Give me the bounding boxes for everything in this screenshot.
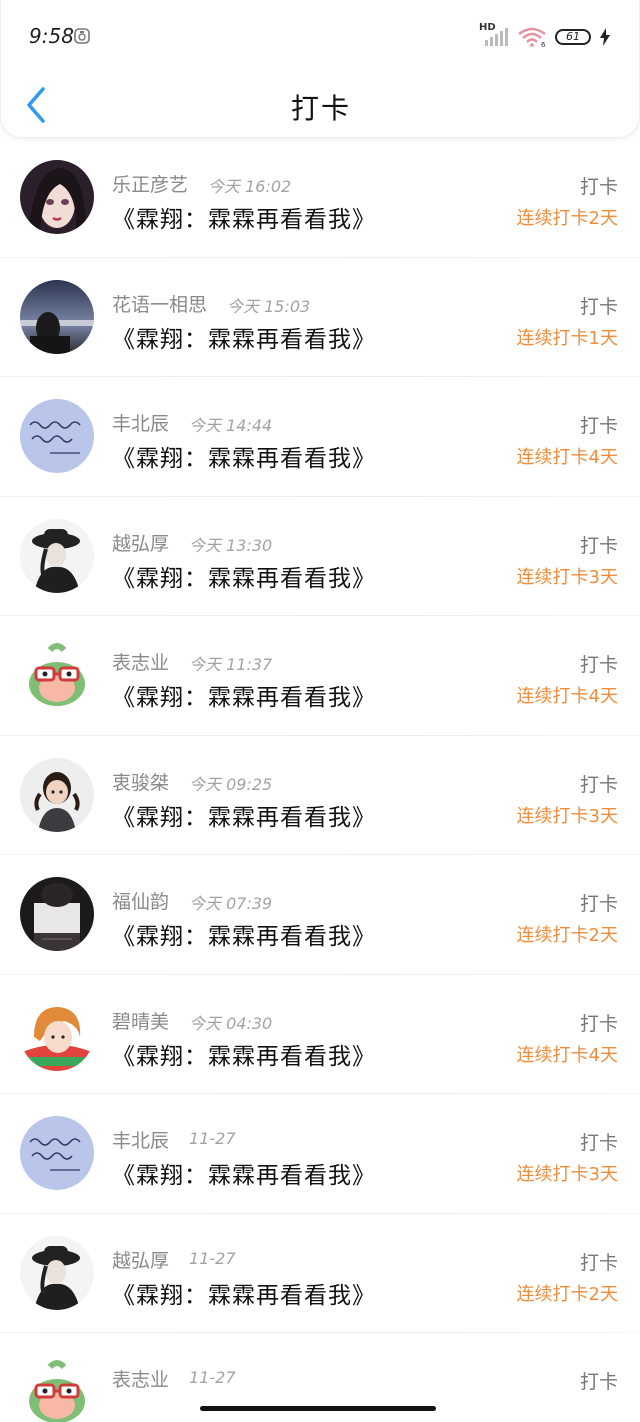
notification-app-icon	[74, 28, 90, 44]
phone-screen: 9:58 HD 6 61 打卡 乐正彦艺 今天 16:02 《霖翔：霖霖再看看我…	[0, 0, 640, 1422]
checkin-label: 打卡	[579, 534, 618, 557]
checkin-list: 乐正彦艺 今天 16:02 《霖翔：霖霖再看看我》 打卡 连续打卡2天 花语一相…	[0, 138, 640, 1422]
user-name[interactable]: 花语一相思	[112, 290, 207, 317]
list-item[interactable]: 衷骏桀 今天 09:25 《霖翔：霖霖再看看我》 打卡 连续打卡3天	[0, 736, 640, 856]
book-title[interactable]: 《霖翔：霖霖再看看我》	[112, 559, 376, 593]
streak-label: 连续打卡2天	[516, 208, 618, 229]
list-item[interactable]: 乐正彦艺 今天 16:02 《霖翔：霖霖再看看我》 打卡 连续打卡2天	[0, 138, 640, 258]
user-name[interactable]: 丰北辰	[112, 1126, 169, 1153]
user-name[interactable]: 乐正彦艺	[112, 170, 188, 197]
battery-level: 61	[566, 30, 580, 43]
handwriting-avatar[interactable]	[20, 1116, 94, 1190]
status-bar: 9:58 HD 6 61	[1, 0, 640, 75]
streak-label: 连续打卡4天	[516, 447, 618, 468]
user-name[interactable]: 碧晴美	[112, 1007, 169, 1034]
hd-label: HD	[479, 22, 496, 33]
checkin-label: 打卡	[579, 1012, 618, 1035]
checkin-time: 11-27	[189, 1129, 236, 1148]
checkin-label: 打卡	[579, 1251, 618, 1274]
checkin-label: 打卡	[579, 1371, 618, 1393]
checkin-time: 今天 07:39	[189, 894, 273, 913]
list-item[interactable]: 花语一相思 今天 15:03 《霖翔：霖霖再看看我》 打卡 连续打卡1天	[0, 258, 640, 378]
checkin-label: 打卡	[579, 893, 618, 915]
streak-label: 连续打卡3天	[516, 1164, 618, 1185]
status-icons: HD 6 61	[479, 22, 611, 49]
nav-header: 打卡	[1, 75, 640, 137]
checkin-time: 今天 13:30	[189, 535, 273, 555]
checkin-time: 11-27	[189, 1368, 236, 1387]
redhair-girl-avatar[interactable]	[20, 996, 94, 1071]
list-item[interactable]: 福仙韵 今天 07:39 《霖翔：霖霖再看看我》 打卡 连续打卡2天	[0, 855, 640, 975]
handwriting-avatar[interactable]	[20, 399, 94, 473]
user-name[interactable]: 福仙韵	[112, 887, 169, 914]
streak-label: 连续打卡3天	[516, 566, 618, 588]
streak-label: 连续打卡4天	[516, 686, 618, 707]
streak-label: 连续打卡2天	[516, 925, 618, 946]
network-sub-label: 6	[541, 41, 546, 48]
cartoon-avatar[interactable]	[20, 1355, 94, 1422]
checkin-label: 打卡	[579, 773, 618, 796]
wifi-icon: 6	[517, 26, 547, 49]
battery-icon: 61	[555, 29, 591, 45]
checkin-time: 11-27	[189, 1248, 236, 1268]
checkin-time: 今天 16:02	[208, 177, 292, 196]
user-name[interactable]: 越弘厚	[112, 1246, 169, 1273]
list-item[interactable]: 碧晴美 今天 04:30 《霖翔：霖霖再看看我》 打卡 连续打卡4天	[0, 975, 640, 1095]
girl-portrait-avatar[interactable]	[20, 160, 94, 234]
list-item[interactable]: 丰北辰 11-27 《霖翔：霖霖再看看我》 打卡 连续打卡3天	[0, 1094, 640, 1214]
user-name[interactable]: 表志业	[112, 1365, 169, 1392]
streak-label: 连续打卡2天	[516, 1283, 618, 1305]
book-title[interactable]: 《霖翔：霖霖再看看我》	[112, 1156, 376, 1190]
list-item[interactable]: 丰北辰 今天 14:44 《霖翔：霖霖再看看我》 打卡 连续打卡4天	[0, 377, 640, 497]
book-title[interactable]: 《霖翔：霖霖再看看我》	[112, 1276, 376, 1310]
checkin-time: 今天 15:03	[227, 296, 311, 316]
cell-signal-icon: HD	[479, 22, 509, 48]
top-bar: 9:58 HD 6 61 打卡	[0, 0, 640, 138]
hat-girl-avatar[interactable]	[20, 1235, 94, 1310]
user-name[interactable]: 越弘厚	[112, 529, 169, 556]
page-title: 打卡	[290, 92, 351, 125]
book-title[interactable]: 《霖翔：霖霖再看看我》	[112, 439, 376, 473]
checkin-label: 打卡	[579, 415, 618, 437]
checkin-time: 今天 14:44	[189, 416, 273, 435]
streak-label: 连续打卡3天	[516, 805, 618, 827]
book-title[interactable]: 《霖翔：霖霖再看看我》	[112, 1037, 376, 1071]
list-item[interactable]: 越弘厚 11-27 《霖翔：霖霖再看看我》 打卡 连续打卡2天	[0, 1214, 640, 1334]
streak-label: 连续打卡4天	[516, 1044, 618, 1066]
list-item[interactable]: 越弘厚 今天 13:30 《霖翔：霖霖再看看我》 打卡 连续打卡3天	[0, 497, 640, 617]
dark-photo-avatar[interactable]	[20, 877, 94, 951]
book-title[interactable]: 《霖翔：霖霖再看看我》	[112, 678, 376, 712]
child-avatar[interactable]	[20, 757, 94, 832]
checkin-label: 打卡	[579, 176, 618, 198]
hat-girl-avatar[interactable]	[20, 518, 94, 593]
night-sky-girl-avatar[interactable]	[20, 279, 94, 354]
checkin-label: 打卡	[579, 1132, 618, 1154]
book-title[interactable]: 《霖翔：霖霖再看看我》	[112, 320, 376, 354]
home-indicator[interactable]	[200, 1406, 436, 1411]
checkin-time: 今天 04:30	[189, 1013, 273, 1033]
user-name[interactable]: 丰北辰	[112, 409, 169, 436]
user-name[interactable]: 衷骏桀	[112, 768, 169, 795]
checkin-label: 打卡	[579, 295, 618, 318]
checkin-label: 打卡	[579, 654, 618, 676]
cartoon-avatar[interactable]	[20, 638, 94, 712]
checkin-time: 今天 11:37	[189, 655, 273, 674]
status-time: 9:58	[29, 24, 74, 48]
streak-label: 连续打卡1天	[516, 327, 618, 349]
charging-bolt-icon	[600, 28, 610, 46]
book-title[interactable]: 《霖翔：霖霖再看看我》	[112, 200, 376, 234]
user-name[interactable]: 表志业	[112, 648, 169, 675]
book-title[interactable]: 《霖翔：霖霖再看看我》	[112, 798, 376, 832]
checkin-time: 今天 09:25	[189, 774, 273, 794]
list-item[interactable]: 表志业 今天 11:37 《霖翔：霖霖再看看我》 打卡 连续打卡4天	[0, 616, 640, 736]
book-title[interactable]: 《霖翔：霖霖再看看我》	[112, 917, 376, 951]
